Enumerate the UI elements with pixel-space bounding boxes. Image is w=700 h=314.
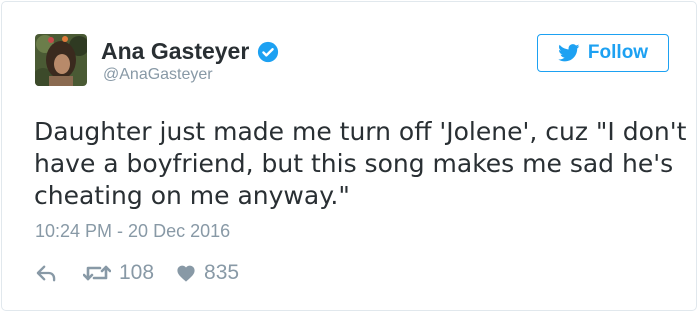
tweet-actions: 108 835 — [35, 260, 239, 286]
verified-badge-icon — [257, 41, 279, 63]
user-name-row[interactable]: Ana Gasteyer — [101, 38, 279, 65]
retweet-button[interactable]: 108 — [83, 261, 154, 285]
user-name[interactable]: Ana Gasteyer — [101, 38, 249, 65]
tweet-text: Daughter just made me turn off 'Jolene',… — [34, 116, 687, 212]
tweet-text-line: cheating on me anyway." — [34, 181, 350, 210]
twitter-bird-icon — [558, 44, 580, 62]
like-count: 835 — [204, 261, 240, 284]
user-handle[interactable]: @AnaGasteyer — [103, 66, 213, 84]
tweet-text-line: have a boyfriend, but this song makes me… — [34, 149, 674, 178]
follow-button[interactable]: Follow — [537, 34, 669, 72]
heart-icon — [177, 265, 195, 282]
tweet-timestamp[interactable]: 10:24 PM - 20 Dec 2016 — [35, 221, 230, 242]
tweet-text-line: Daughter just made me turn off 'Jolene',… — [34, 117, 687, 146]
reply-icon — [36, 265, 56, 282]
tweet-card: Ana Gasteyer @AnaGasteyer Follow Daughte… — [1, 1, 697, 311]
avatar-image — [35, 34, 87, 86]
avatar[interactable] — [35, 34, 87, 86]
follow-label: Follow — [587, 42, 649, 63]
reply-button[interactable] — [35, 264, 57, 282]
like-button[interactable]: 835 — [176, 261, 239, 285]
retweet-count: 108 — [119, 261, 155, 284]
retweet-icon — [83, 265, 111, 281]
